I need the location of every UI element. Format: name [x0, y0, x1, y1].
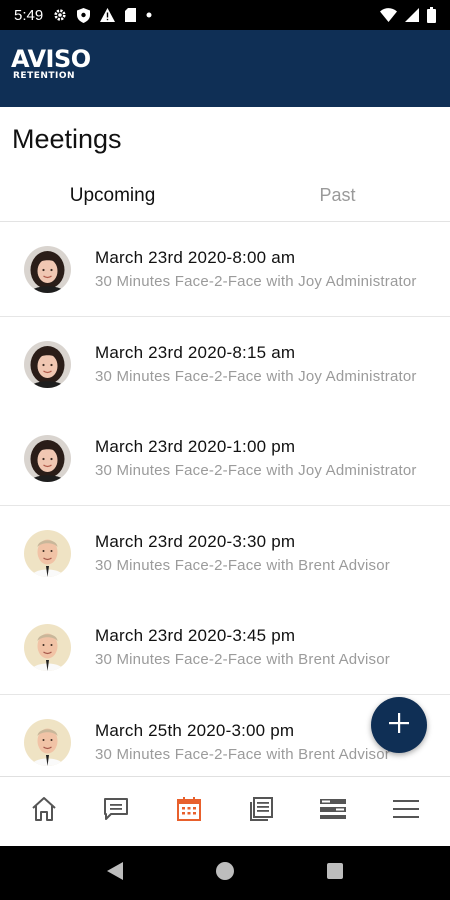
- tab-past[interactable]: Past: [225, 170, 450, 221]
- meeting-group: March 23rd 2020-8:00 am 30 Minutes Face-…: [0, 222, 450, 317]
- recents-button[interactable]: [315, 853, 355, 893]
- status-time: 5:49: [14, 6, 44, 24]
- page-title: Meetings: [12, 124, 122, 154]
- meeting-tabs: Upcoming Past: [0, 170, 450, 222]
- meeting-item[interactable]: March 23rd 2020-1:00 pm 30 Minutes Face-…: [0, 411, 450, 505]
- chat-icon: [102, 795, 130, 828]
- back-button[interactable]: [95, 853, 135, 893]
- nav-home[interactable]: [19, 787, 69, 837]
- app-logo[interactable]: AVISO RETENTION: [11, 47, 91, 81]
- meeting-description: 30 Minutes Face-2-Face with Joy Administ…: [95, 368, 417, 385]
- status-bar: 5:49: [0, 0, 450, 30]
- nav-list-view[interactable]: [308, 787, 358, 837]
- woman-avatar: [24, 434, 71, 482]
- nav-calendar[interactable]: [164, 787, 214, 837]
- nav-messages[interactable]: [91, 787, 141, 837]
- tab-upcoming[interactable]: Upcoming: [0, 170, 225, 221]
- meeting-text: March 23rd 2020-3:45 pm 30 Minutes Face-…: [95, 626, 390, 668]
- meeting-date: March 23rd 2020-1:00 pm: [95, 437, 296, 456]
- bottom-nav: [0, 776, 450, 846]
- meeting-description: 30 Minutes Face-2-Face with Brent Adviso…: [95, 651, 390, 668]
- meeting-text: March 25th 2020-3:00 pm 30 Minutes Face-…: [95, 721, 390, 763]
- meeting-item[interactable]: March 23rd 2020-3:45 pm 30 Minutes Face-…: [0, 600, 450, 694]
- meeting-group: March 23rd 2020-3:30 pm 30 Minutes Face-…: [0, 506, 450, 695]
- plus-icon: [387, 711, 411, 740]
- recents-square-icon: [326, 862, 344, 885]
- app-header: AVISO RETENTION: [0, 30, 450, 107]
- gear-icon: [53, 8, 67, 22]
- woman-avatar: [24, 340, 71, 388]
- meeting-date: March 23rd 2020-8:00 am: [95, 248, 296, 267]
- logo-text: AVISO: [11, 45, 91, 73]
- home-circle-icon: [215, 861, 235, 886]
- man-avatar: [24, 623, 71, 671]
- dot-icon: [146, 12, 152, 18]
- meeting-description: 30 Minutes Face-2-Face with Joy Administ…: [95, 462, 417, 479]
- meeting-date: March 25th 2020-3:00 pm: [95, 721, 295, 740]
- meeting-item[interactable]: March 23rd 2020-8:15 am 30 Minutes Face-…: [0, 317, 450, 411]
- meeting-group: March 23rd 2020-8:15 am 30 Minutes Face-…: [0, 317, 450, 506]
- battery-icon: [427, 7, 436, 23]
- meeting-date: March 23rd 2020-8:15 am: [95, 343, 296, 362]
- shield-icon: [77, 7, 91, 23]
- system-nav-bar: [0, 846, 450, 900]
- meeting-description: 30 Minutes Face-2-Face with Joy Administ…: [95, 273, 417, 290]
- meeting-item[interactable]: March 23rd 2020-3:30 pm 30 Minutes Face-…: [0, 506, 450, 600]
- meeting-item[interactable]: March 23rd 2020-8:00 am 30 Minutes Face-…: [0, 222, 450, 316]
- list-view-icon: [318, 796, 348, 827]
- meeting-date: March 23rd 2020-3:30 pm: [95, 532, 296, 551]
- meeting-date: March 23rd 2020-3:45 pm: [95, 626, 296, 645]
- man-avatar: [24, 718, 71, 766]
- meeting-description: 30 Minutes Face-2-Face with Brent Adviso…: [95, 746, 390, 763]
- meeting-list: March 23rd 2020-8:00 am 30 Minutes Face-…: [0, 222, 450, 776]
- meeting-text: March 23rd 2020-8:00 am 30 Minutes Face-…: [95, 248, 417, 290]
- wifi-icon: [380, 8, 397, 22]
- nav-menu[interactable]: [381, 787, 431, 837]
- home-icon: [30, 795, 58, 828]
- meeting-text: March 23rd 2020-3:30 pm 30 Minutes Face-…: [95, 532, 390, 574]
- meeting-text: March 23rd 2020-8:15 am 30 Minutes Face-…: [95, 343, 417, 385]
- meeting-text: March 23rd 2020-1:00 pm 30 Minutes Face-…: [95, 437, 417, 479]
- home-button[interactable]: [205, 853, 245, 893]
- back-triangle-icon: [106, 861, 124, 886]
- man-avatar: [24, 529, 71, 577]
- documents-icon: [247, 795, 275, 828]
- woman-avatar: [24, 245, 71, 293]
- cell-signal-icon: [405, 8, 419, 22]
- warning-icon: [100, 8, 116, 22]
- menu-icon: [392, 798, 420, 825]
- nav-documents[interactable]: [236, 787, 286, 837]
- meeting-description: 30 Minutes Face-2-Face with Brent Adviso…: [95, 557, 390, 574]
- sim-card-icon: [125, 8, 137, 22]
- add-meeting-button[interactable]: [371, 697, 427, 753]
- calendar-icon: [175, 795, 203, 828]
